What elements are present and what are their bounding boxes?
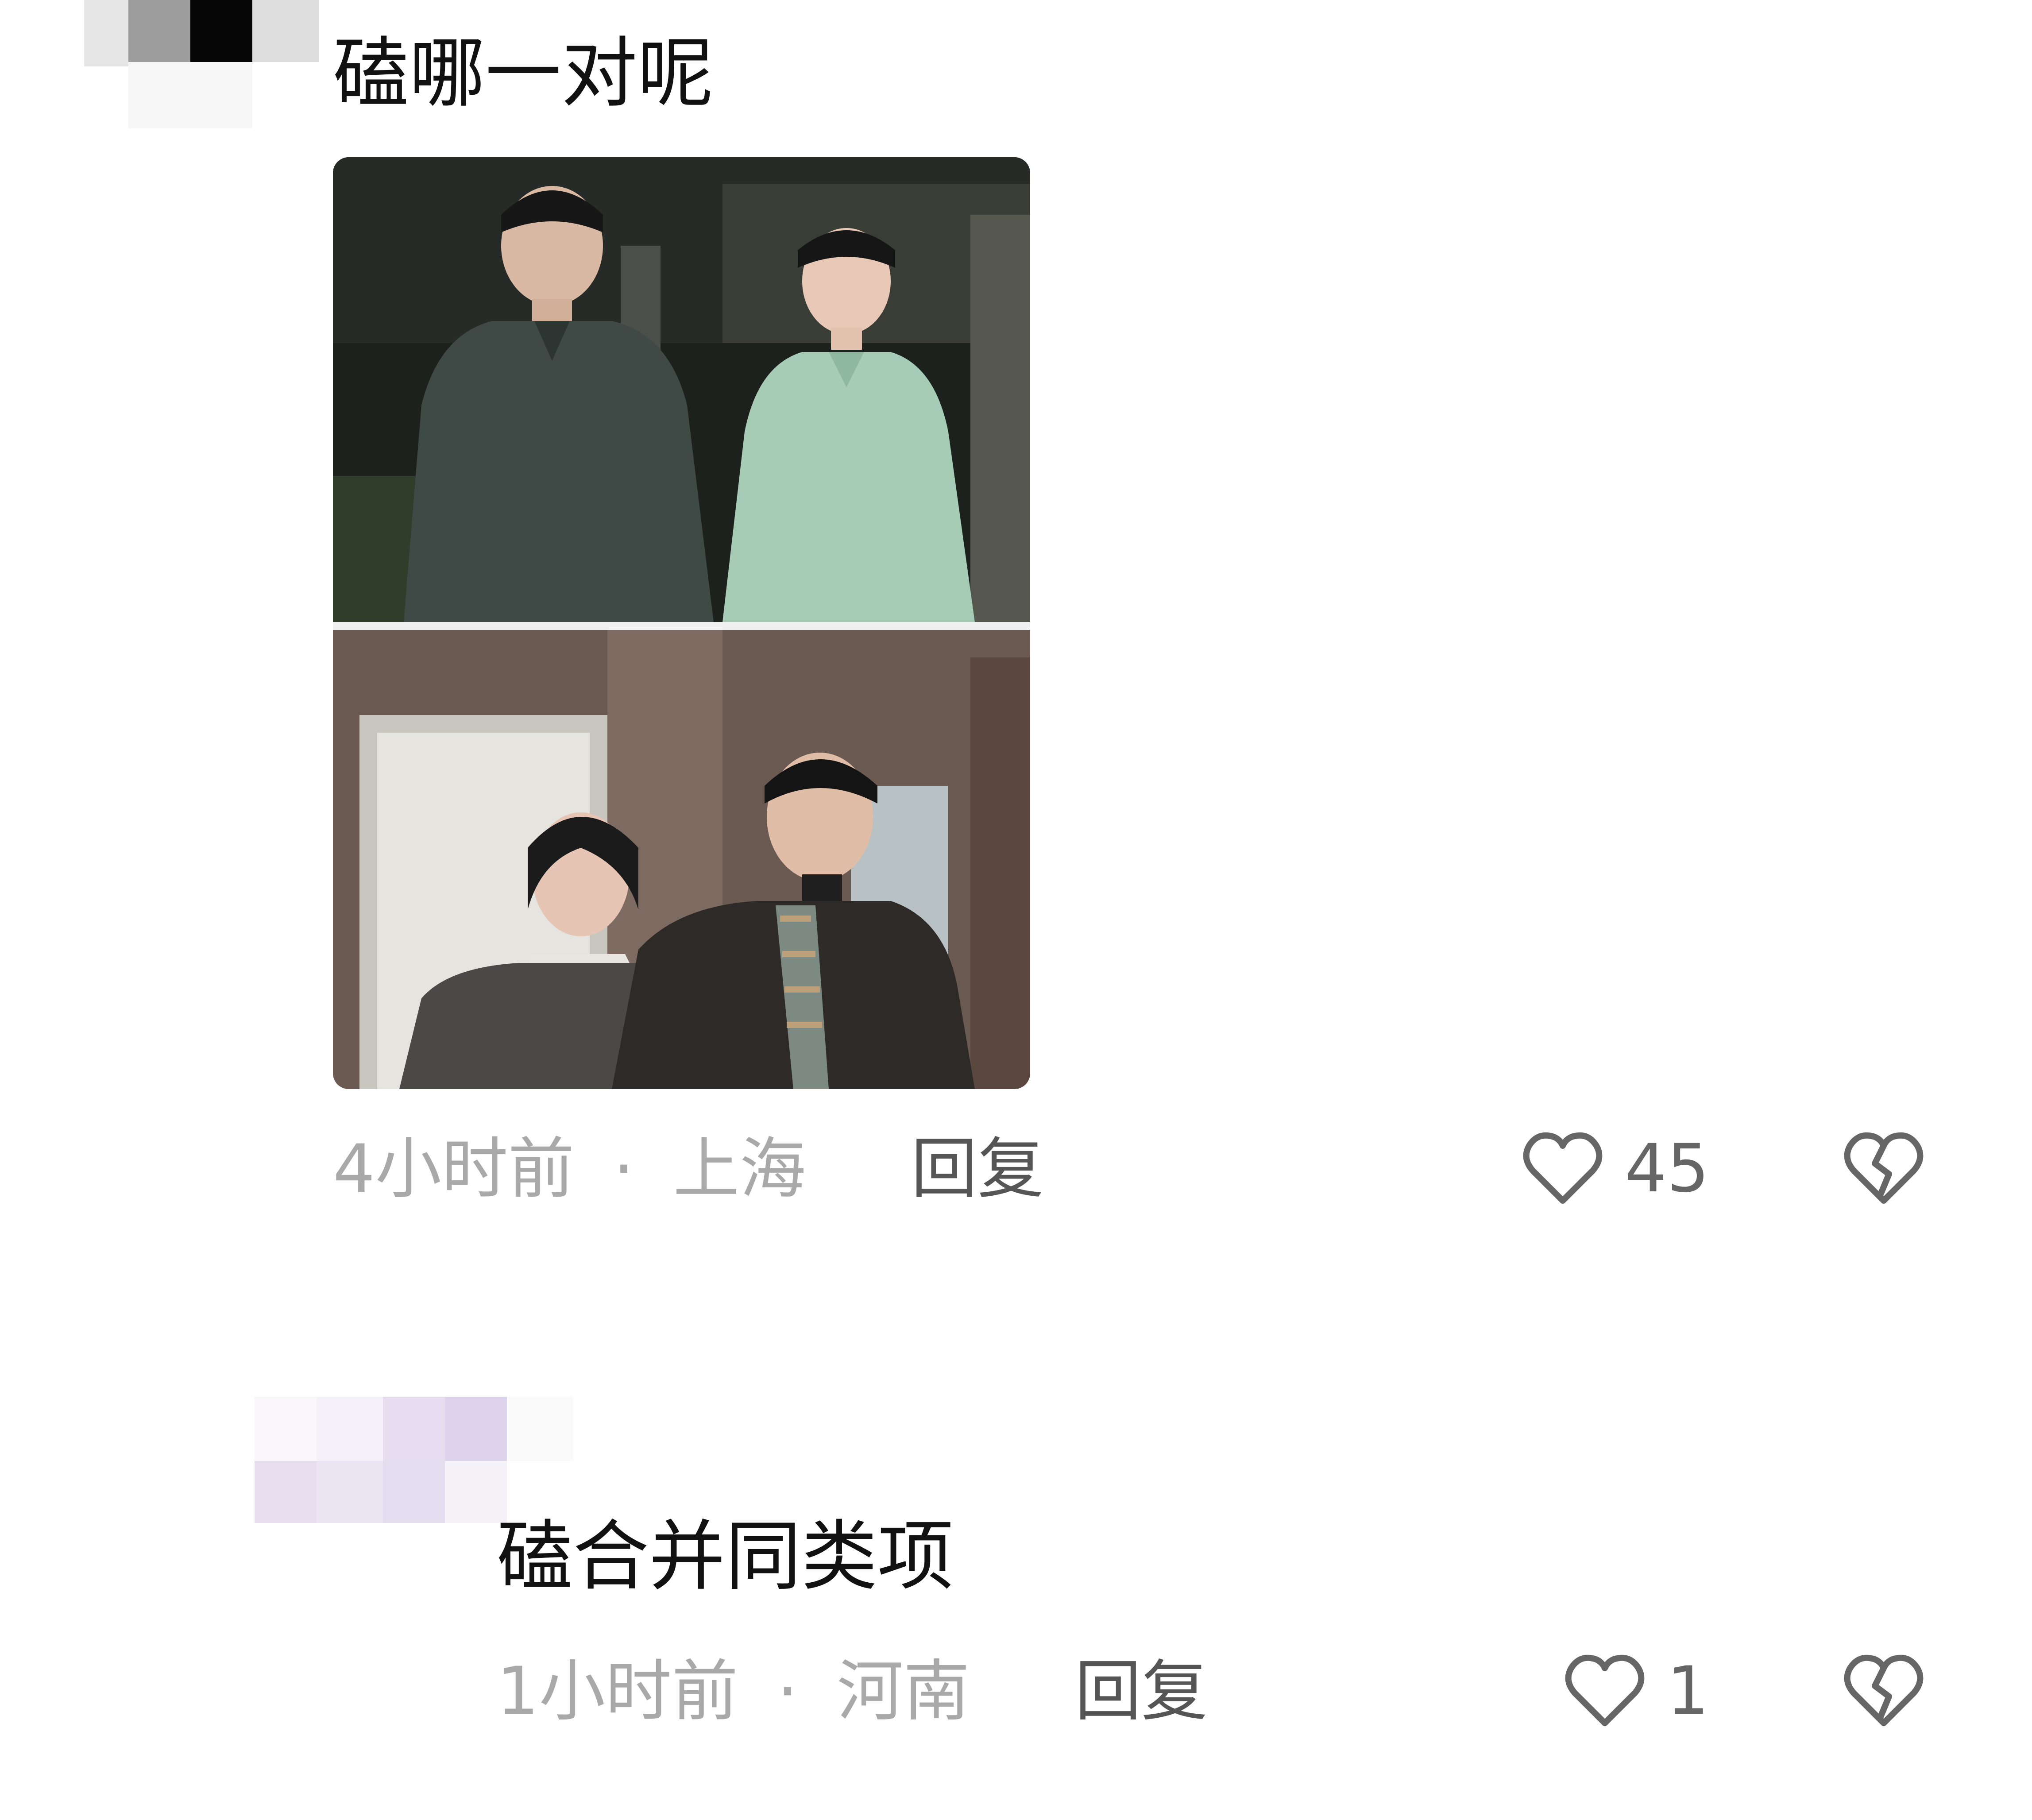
- photo-top-couple: [333, 157, 1030, 622]
- comment-text: 磕合并同类项: [497, 1512, 954, 1601]
- like-count: 1: [1667, 1653, 1709, 1730]
- comment-image[interactable]: [333, 157, 1030, 1089]
- avatar-pixel: [317, 1461, 383, 1523]
- avatar-pixel: [383, 1397, 445, 1461]
- avatar-pixel: [128, 62, 252, 128]
- comment-time: 4小时前: [333, 1131, 575, 1208]
- reply-button[interactable]: 回复: [911, 1136, 1044, 1202]
- avatar-pixel: [128, 0, 190, 62]
- avatar-pixel: [317, 1397, 383, 1461]
- avatar-pixel: [190, 0, 252, 62]
- meta-separator: ·: [613, 1131, 634, 1208]
- heart-icon: [1561, 1647, 1649, 1735]
- comment-meta: 1小时前 · 河南: [497, 1658, 970, 1725]
- comment-location: 上海: [673, 1131, 806, 1208]
- avatar-pixel: [252, 0, 319, 62]
- avatar-pixel: [255, 1397, 317, 1461]
- avatar-pixel: [507, 1397, 573, 1461]
- avatar[interactable]: [255, 1397, 573, 1523]
- broken-heart-icon: [1839, 1124, 1928, 1213]
- comment-location: 河南: [837, 1653, 970, 1730]
- reply-button[interactable]: 回复: [1075, 1658, 1208, 1725]
- heart-icon: [1518, 1124, 1607, 1213]
- avatar[interactable]: [84, 0, 319, 128]
- comment-text: 磕哪一对呢: [333, 29, 714, 118]
- like-button[interactable]: 1: [1561, 1647, 1709, 1735]
- like-button[interactable]: 45: [1518, 1124, 1709, 1213]
- broken-heart-icon: [1839, 1647, 1928, 1735]
- avatar-pixel: [445, 1397, 507, 1461]
- avatar-pixel: [383, 1461, 445, 1523]
- meta-separator: ·: [777, 1653, 798, 1730]
- dislike-button[interactable]: [1839, 1647, 1928, 1735]
- like-count: 45: [1625, 1130, 1709, 1207]
- avatar-pixel: [255, 1461, 317, 1523]
- dislike-button[interactable]: [1839, 1124, 1928, 1213]
- photo-bottom-couple: [333, 630, 1030, 1089]
- comment-meta: 4小时前 · 上海: [333, 1136, 806, 1202]
- comment-time: 1小时前: [497, 1653, 738, 1730]
- avatar-pixel: [84, 0, 128, 66]
